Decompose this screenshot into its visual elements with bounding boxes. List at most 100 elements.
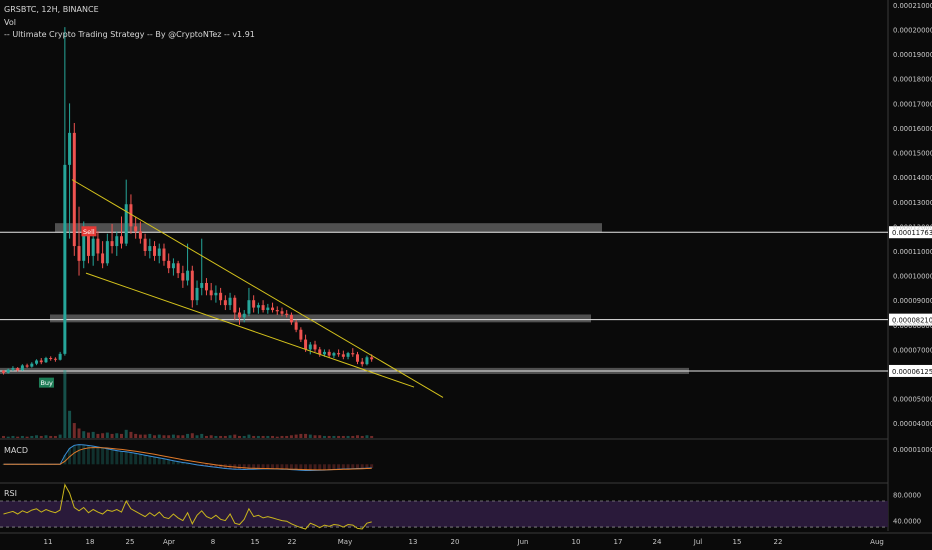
volume-bar xyxy=(138,434,142,438)
volume-bar xyxy=(308,434,312,438)
candle-body xyxy=(360,361,364,365)
time-tick-label: Jul xyxy=(693,538,703,546)
volume-bar xyxy=(20,435,24,438)
candle-body xyxy=(275,310,279,312)
candle-body xyxy=(313,344,317,350)
price-tick-label: 0.00004000 xyxy=(893,420,932,428)
volume-bar xyxy=(143,434,147,438)
time-tick-label: Apr xyxy=(163,538,175,546)
volume-bar xyxy=(356,435,359,438)
volume-bar xyxy=(242,435,246,438)
volume-bar xyxy=(200,433,204,438)
candle-body xyxy=(304,339,308,350)
price-tick-label: 0.00012000 xyxy=(893,223,932,231)
candle-body xyxy=(337,353,341,355)
volume-bar xyxy=(261,435,265,438)
candle-body xyxy=(124,204,128,244)
volume-bar xyxy=(167,435,171,438)
macd-hist-bar xyxy=(138,454,142,465)
candle-body xyxy=(223,300,227,306)
candle-body xyxy=(289,314,293,323)
volume-bar xyxy=(252,435,256,438)
price-tick-label: 0.00017000 xyxy=(893,100,932,108)
time-tick-label: 22 xyxy=(774,538,783,546)
trading-chart[interactable]: SellBuy MACD RSI 0.000117630.000082100.0… xyxy=(0,0,932,550)
price-tick-label: 0.00014000 xyxy=(893,174,932,182)
candle-body xyxy=(58,353,62,360)
macd-tick-label: 0.00001000 xyxy=(893,446,932,454)
candle-body xyxy=(195,287,199,301)
macd-hist-bar xyxy=(105,448,109,465)
candle-body xyxy=(167,260,171,269)
volume-bar xyxy=(238,435,241,438)
volume-bar xyxy=(86,432,90,438)
candle-body xyxy=(327,351,331,356)
volume-bar xyxy=(2,435,5,438)
volume-bar xyxy=(162,435,166,438)
price-tick-label: 0.00015000 xyxy=(893,150,932,158)
candle-body xyxy=(134,226,138,232)
macd-hist-bar xyxy=(346,464,350,469)
price-tick-label: 0.00007000 xyxy=(893,346,932,354)
time-tick-label: 17 xyxy=(614,538,623,546)
candle-body xyxy=(209,290,213,296)
volume-bar xyxy=(337,435,341,438)
candle-body xyxy=(247,300,251,314)
volume-bar xyxy=(186,433,190,438)
volume-bar xyxy=(266,435,270,438)
volume-bar xyxy=(247,434,251,438)
volume-bar xyxy=(289,435,293,438)
volume-bar xyxy=(214,435,218,438)
volume-bar xyxy=(370,435,374,438)
volume-bar xyxy=(171,434,175,438)
candle-body xyxy=(285,313,289,315)
volume-bar xyxy=(58,434,62,438)
candle-body xyxy=(2,370,5,373)
candle-body xyxy=(153,246,157,256)
volume-bar xyxy=(280,435,284,438)
time-tick-label: 15 xyxy=(251,538,260,546)
volume-bar xyxy=(101,433,105,438)
strategy-label: -- Ultimate Crypto Trading Strategy -- B… xyxy=(4,30,255,39)
volume-bar xyxy=(49,435,53,438)
time-tick-label: 24 xyxy=(653,538,662,546)
candle-body xyxy=(186,270,190,281)
candle-body xyxy=(101,253,105,264)
macd-hist-bar xyxy=(157,457,161,465)
volume-bar xyxy=(195,435,199,438)
rsi-band xyxy=(0,500,888,528)
volume-bar xyxy=(44,435,48,438)
price-tick-label: 0.00019000 xyxy=(893,51,932,59)
candle-body xyxy=(110,241,114,247)
price-tick-label: 0.00016000 xyxy=(893,125,932,133)
candle-body xyxy=(68,132,72,165)
volume-bar xyxy=(299,433,303,438)
candle-body xyxy=(11,368,15,370)
macd-hist-bar xyxy=(153,457,157,465)
candle-body xyxy=(44,358,48,363)
macd-hist-bar xyxy=(124,451,128,465)
time-tick-label: 18 xyxy=(86,538,95,546)
symbol-title: GRSBTC, 12H, BINANCE xyxy=(4,5,99,14)
candle-body xyxy=(176,263,180,274)
candle-body xyxy=(115,236,119,247)
volume-bar xyxy=(91,431,95,438)
volume-bar xyxy=(209,435,213,438)
candle-body xyxy=(370,357,374,360)
price-tick-label: 0.00018000 xyxy=(893,76,932,84)
candle-body xyxy=(72,132,76,247)
macd-hist-bar xyxy=(370,464,374,468)
volume-bar xyxy=(322,435,326,438)
rsi-tick-label: 40.0000 xyxy=(893,518,921,526)
volume-bar xyxy=(157,434,161,438)
candle-body xyxy=(143,238,147,251)
candle-body xyxy=(294,322,298,330)
rsi-label: RSI xyxy=(4,489,17,498)
macd-hist-bar xyxy=(120,451,123,465)
candle-body xyxy=(219,292,223,301)
time-tick-label: Aug xyxy=(870,538,884,546)
macd-hist-bar xyxy=(356,464,359,469)
candle-body xyxy=(351,353,355,355)
candle-body xyxy=(252,300,256,308)
time-tick-label: 15 xyxy=(733,538,742,546)
